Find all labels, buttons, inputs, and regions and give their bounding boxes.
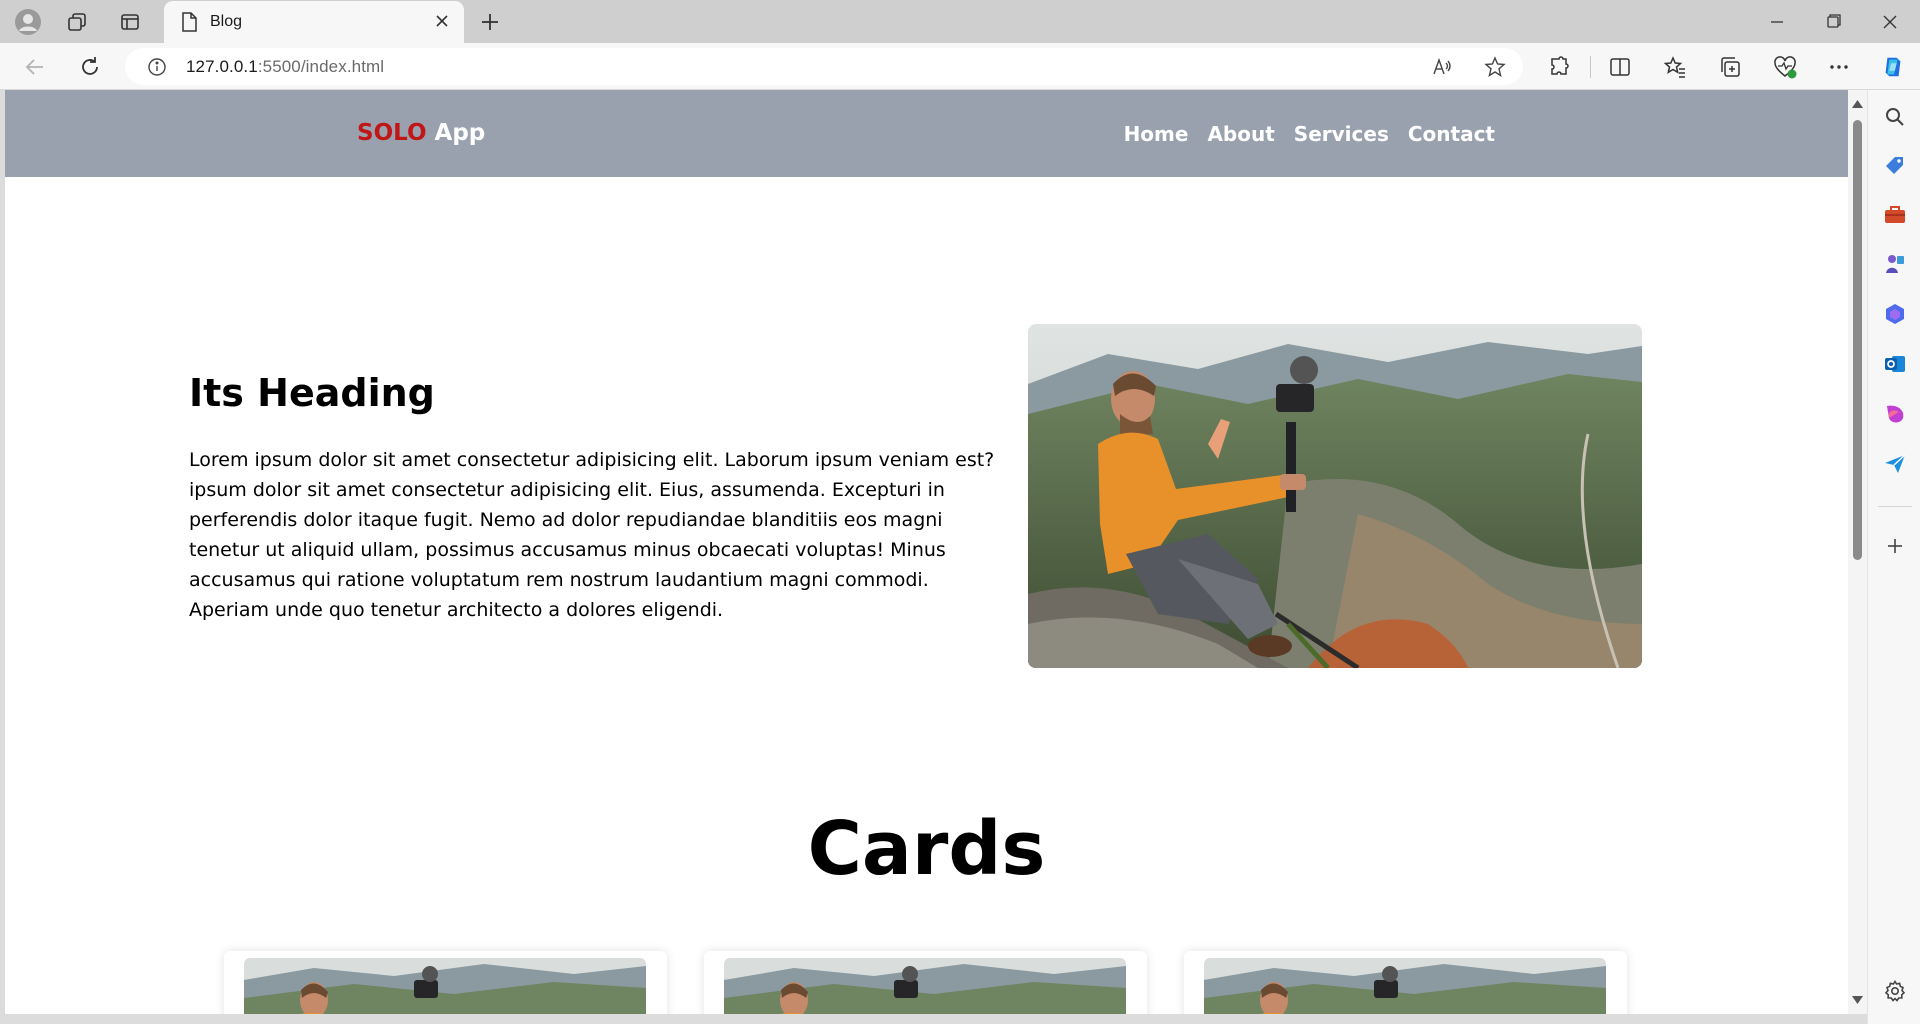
microsoft-365-icon[interactable]: [1883, 302, 1907, 326]
workspaces-icon[interactable]: [62, 8, 92, 36]
close-window-icon[interactable]: [1870, 8, 1910, 36]
close-tab-icon[interactable]: [432, 11, 452, 31]
cards-section-title: Cards: [807, 806, 1046, 892]
search-icon[interactable]: [1883, 105, 1907, 129]
back-icon[interactable]: [20, 52, 50, 82]
extensions-icon[interactable]: [1546, 54, 1572, 80]
new-tab-icon[interactable]: [477, 9, 503, 35]
site-info-icon[interactable]: [147, 57, 167, 82]
profile-icon[interactable]: [13, 8, 43, 36]
scroll-up-arrow-icon[interactable]: [1852, 100, 1863, 108]
card[interactable]: [704, 951, 1147, 1014]
tab-title: Blog: [210, 13, 243, 30]
toolbar-divider: [1590, 56, 1591, 78]
sidebar-divider: [1878, 506, 1912, 507]
main-nav: Home About Services Contact: [1124, 122, 1495, 146]
nav-services-link[interactable]: Services: [1294, 122, 1389, 146]
card-image: [724, 958, 1126, 1014]
address-bar[interactable]: 127.0.0.1:5500/index.html: [125, 48, 1523, 85]
scrollbar-thumb[interactable]: [1853, 120, 1862, 560]
favorites-icon[interactable]: [1662, 54, 1688, 80]
nav-home-link[interactable]: Home: [1124, 122, 1189, 146]
read-aloud-icon[interactable]: [1431, 56, 1453, 78]
site-logo[interactable]: SOLO App: [357, 120, 485, 146]
site-header: SOLO App Home About Services Contact: [5, 90, 1848, 177]
games-icon[interactable]: [1883, 252, 1907, 276]
nav-about-link[interactable]: About: [1207, 122, 1274, 146]
reload-icon[interactable]: [75, 52, 105, 82]
more-options-icon[interactable]: [1826, 54, 1852, 80]
restore-icon[interactable]: [1813, 8, 1853, 36]
minimize-icon[interactable]: [1757, 8, 1797, 36]
card[interactable]: [224, 951, 667, 1014]
browser-toolbar: 127.0.0.1:5500/index.html: [0, 43, 1920, 90]
designer-icon[interactable]: [1883, 402, 1907, 426]
page-viewport: SOLO App Home About Services Contact Its…: [5, 90, 1848, 1014]
browser-tab-bar: Blog: [0, 0, 1920, 43]
tools-briefcase-icon[interactable]: [1883, 203, 1907, 227]
tab-actions-icon[interactable]: [115, 8, 145, 36]
add-sidebar-app-icon[interactable]: [1883, 534, 1907, 558]
logo-rest: App: [426, 120, 486, 146]
copilot-icon[interactable]: [1880, 54, 1906, 80]
scroll-down-arrow-icon[interactable]: [1852, 996, 1863, 1004]
page-scrollbar[interactable]: [1848, 90, 1867, 1014]
url-text[interactable]: 127.0.0.1:5500/index.html: [186, 57, 384, 77]
outlook-icon[interactable]: [1883, 352, 1907, 376]
settings-gear-icon[interactable]: [1883, 979, 1907, 1003]
favorite-star-icon[interactable]: [1484, 56, 1506, 78]
browser-essentials-icon[interactable]: [1772, 54, 1798, 80]
shopping-tag-icon[interactable]: [1883, 154, 1907, 178]
hero-photo: [1028, 324, 1642, 668]
page-icon: [180, 12, 198, 37]
logo-brand: SOLO: [357, 120, 427, 146]
card-image: [244, 958, 646, 1014]
send-icon[interactable]: [1883, 452, 1907, 476]
tab-blog[interactable]: Blog: [164, 1, 464, 43]
hero-heading: Its Heading: [189, 371, 435, 415]
collections-icon[interactable]: [1717, 54, 1743, 80]
edge-sidebar: [1867, 90, 1920, 1024]
nav-contact-link[interactable]: Contact: [1408, 122, 1495, 146]
split-screen-icon[interactable]: [1607, 54, 1633, 80]
card-image: [1204, 958, 1606, 1014]
hero-paragraph: Lorem ipsum dolor sit amet consectetur a…: [189, 449, 995, 621]
url-host: 127.0.0.1: [186, 57, 258, 76]
card[interactable]: [1184, 951, 1627, 1014]
url-path: :5500/index.html: [257, 57, 385, 76]
